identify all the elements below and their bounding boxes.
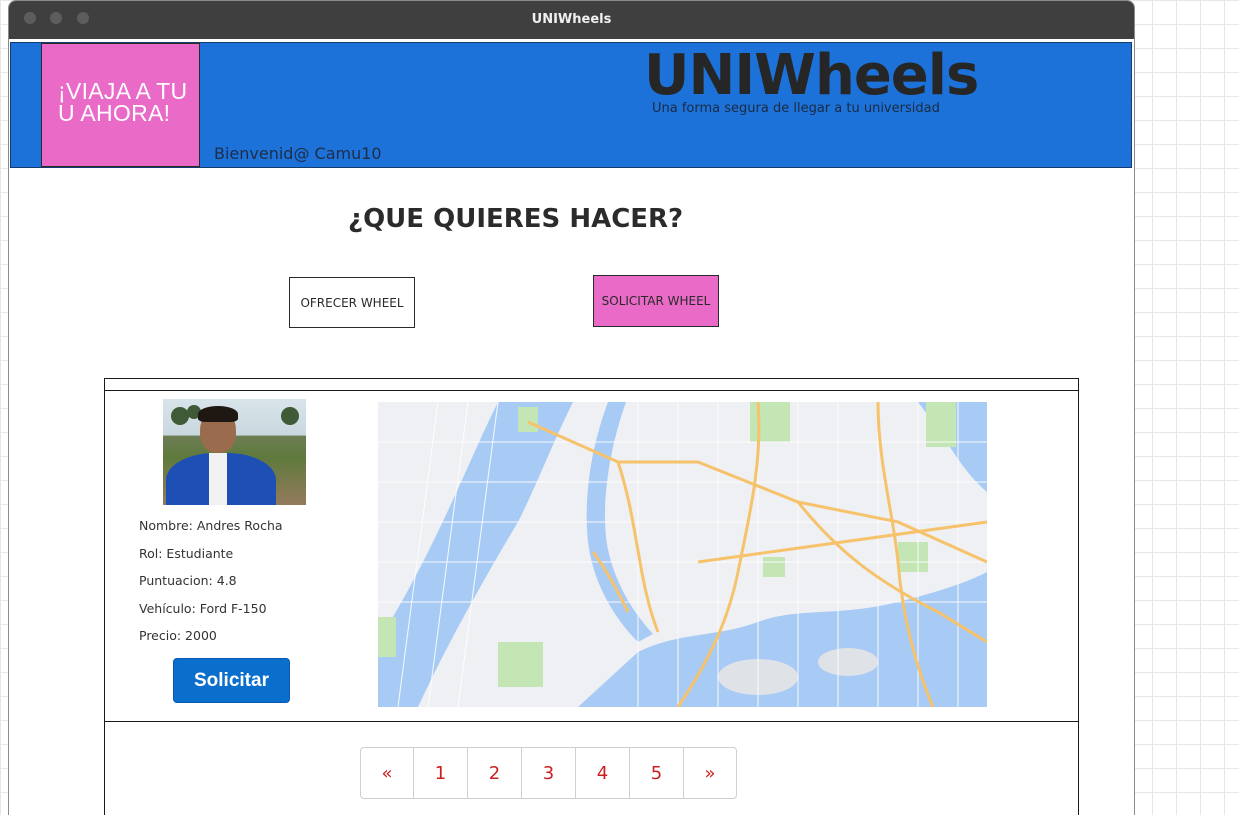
pagination-next[interactable]: » (684, 748, 736, 798)
panel-divider (105, 721, 1078, 722)
driver-vehicle: Vehículo: Ford F-150 (139, 600, 267, 616)
pagination-prev[interactable]: « (361, 748, 414, 798)
driver-rating: Puntuacion: 4.8 (139, 573, 237, 588)
offer-wheel-button[interactable]: OFRECER WHEEL (289, 277, 415, 328)
map-park (926, 402, 956, 447)
route-map[interactable] (378, 402, 987, 707)
driver-role: Rol: Estudiante (139, 545, 234, 561)
promo-banner[interactable]: ¡VIAJA A TU U AHORA! (41, 43, 200, 167)
brand-tagline: Una forma segura de llegar a tu universi… (652, 101, 940, 116)
driver-name: Nombre: Andres Rocha (139, 518, 283, 533)
map-park (518, 407, 538, 432)
page-question: ¿QUE QUIERES HACER? (348, 204, 684, 234)
pagination-page-5[interactable]: 5 (630, 748, 684, 798)
map-park (763, 557, 785, 577)
photo-shirt (209, 453, 227, 505)
pagination-page-4[interactable]: 4 (576, 748, 630, 798)
map-park (750, 402, 790, 442)
driver-panel: Nombre: Andres Rocha Rol: Estudiante Pun… (104, 378, 1079, 815)
driver-info: Nombre: Andres Rocha Rol: Estudiante Pun… (139, 518, 283, 656)
app-window: UNIWheels ¡VIAJA A TU U AHORA! Bienvenid… (8, 0, 1135, 815)
photo-tree (281, 407, 299, 425)
photo-hair (198, 406, 238, 422)
pagination-page-3[interactable]: 3 (522, 748, 576, 798)
map-park (378, 617, 396, 657)
driver-price: Precio: 2000 (139, 628, 217, 643)
title-bar: UNIWheels (9, 1, 1134, 39)
pagination-page-2[interactable]: 2 (468, 748, 522, 798)
pagination: « 1 2 3 4 5 » (360, 747, 737, 799)
map-graphic (378, 402, 987, 707)
solicitar-button[interactable]: Solicitar (173, 658, 290, 703)
promo-line-1: ¡VIAJA A TU (58, 78, 188, 104)
brand-title: UNIWheels (644, 43, 979, 108)
welcome-message: Bienvenid@ Camu10 (214, 144, 382, 163)
driver-photo (163, 399, 306, 505)
site-header: ¡VIAJA A TU U AHORA! Bienvenid@ Camu10 U… (10, 42, 1132, 168)
request-wheel-button[interactable]: SOLICITAR WHEEL (593, 275, 719, 327)
window-title: UNIWheels (531, 12, 612, 27)
map-park (898, 542, 928, 572)
map-park (498, 642, 543, 687)
promo-line-2: U AHORA! (58, 100, 171, 126)
pagination-page-1[interactable]: 1 (414, 748, 468, 798)
map-island (818, 648, 878, 676)
panel-header-strip (105, 379, 1078, 391)
